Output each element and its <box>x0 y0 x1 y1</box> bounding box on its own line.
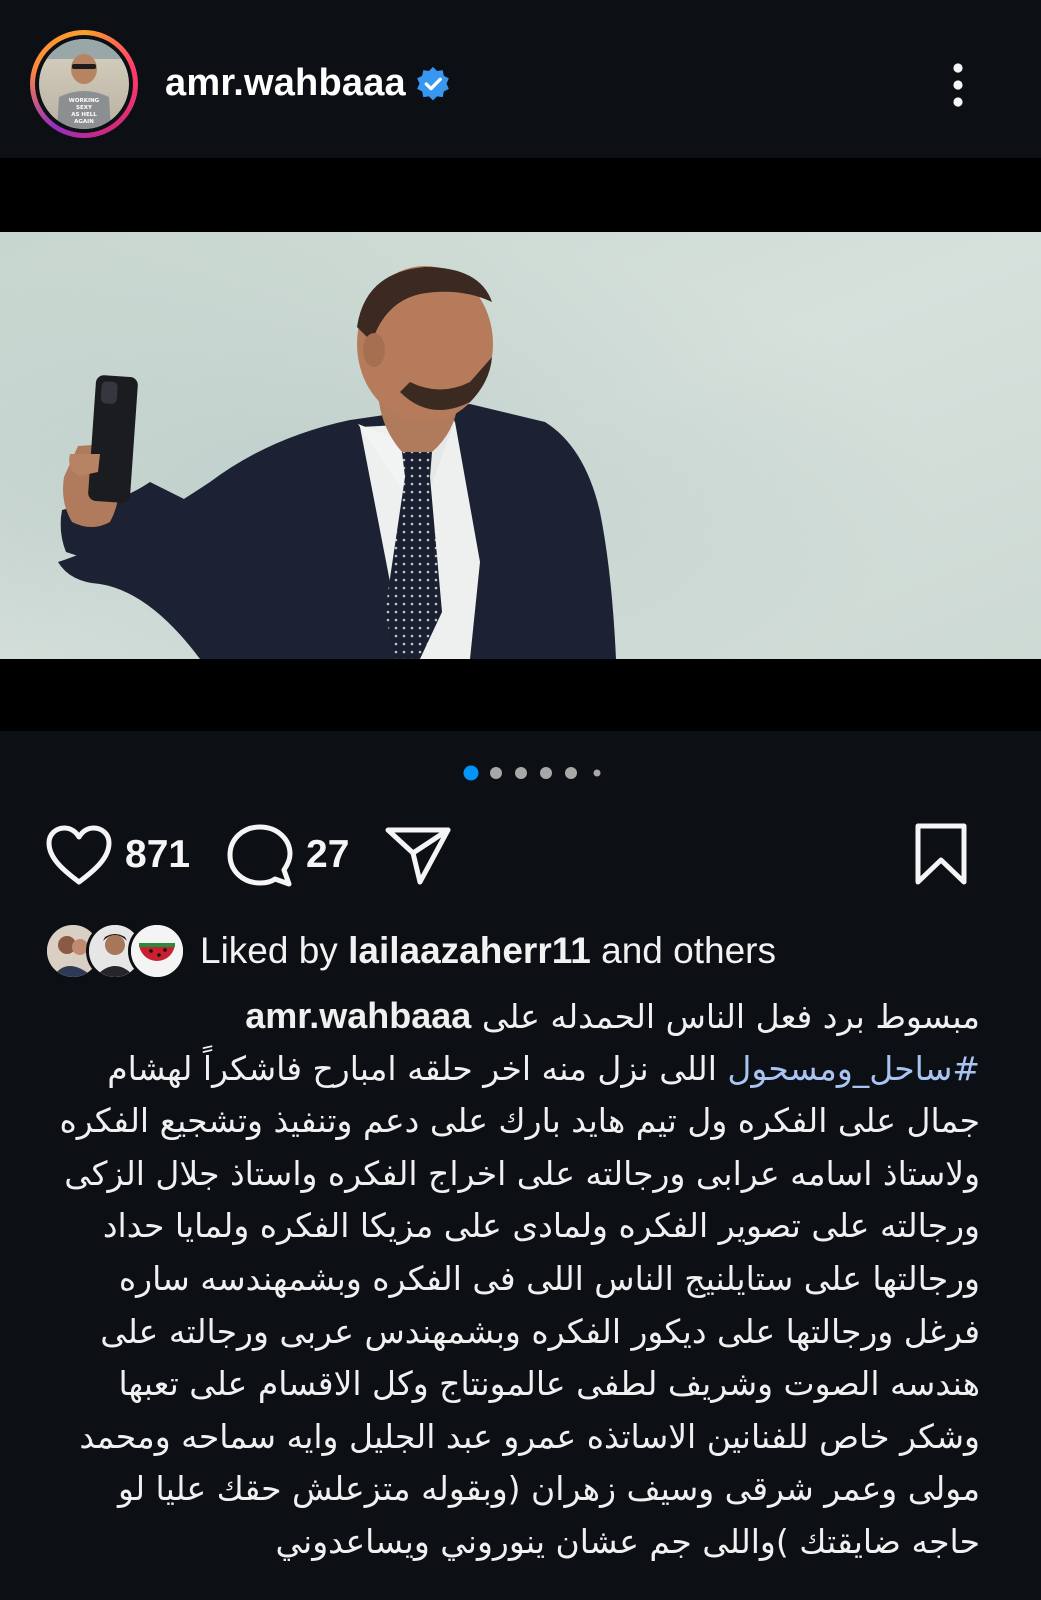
comment-bubble-icon[interactable] <box>226 822 294 890</box>
post-caption: مبسوط برد فعل الناس الحمدله على amr.wahb… <box>40 990 980 1569</box>
avatar-shirt-text: WORKING <box>69 98 100 104</box>
caption-text: فرغل ورجالتها على ديكور الفكره وبشمهندس … <box>100 1311 980 1351</box>
avatar[interactable]: WORKING SEXY AS HELL AGAIN <box>39 39 129 129</box>
post-media[interactable] <box>0 158 1041 731</box>
liked-by-suffix[interactable]: and others <box>591 930 776 971</box>
caption-text: وشكر خاص للفنانين الاساتذه عمرو عبد الجل… <box>79 1416 980 1456</box>
liked-by-text: Liked by lailaazaherr11 and others <box>200 930 776 972</box>
liked-by-avatar[interactable] <box>128 922 186 980</box>
caption-text: مبسوط برد فعل الناس الحمدله على <box>481 997 980 1036</box>
post-photo[interactable] <box>0 232 1041 659</box>
carousel-dot <box>540 767 552 779</box>
liked-by-username[interactable]: lailaazaherr11 <box>348 930 591 971</box>
caption-text: جمال على الفكره ول تيم هايد بارك على دعم… <box>59 1101 980 1141</box>
comment-count[interactable]: 27 <box>306 833 349 877</box>
svg-text:AS HELL: AS HELL <box>71 112 97 118</box>
send-icon[interactable] <box>384 824 452 886</box>
caption-text: مولى وعمر شرقى وسيف زهران (وبقوله متزعلش… <box>117 1469 980 1509</box>
carousel-indicator <box>463 765 601 781</box>
carousel-dot <box>490 767 502 779</box>
avatar-image: WORKING SEXY AS HELL AGAIN <box>39 39 129 129</box>
caption-text: اللى نزل منه اخر حلقه امبارح فاشكراً لهش… <box>107 1048 728 1088</box>
story-ring[interactable]: WORKING SEXY AS HELL AGAIN <box>30 30 138 138</box>
verified-badge-icon <box>417 66 449 101</box>
caption-text: ولاستاذ اسامه عرابى ورجالته على اخراج ال… <box>64 1153 980 1193</box>
heart-icon[interactable] <box>45 824 113 886</box>
carousel-dot <box>565 767 577 779</box>
bookmark-icon[interactable] <box>912 822 970 888</box>
caption-text: ورجالته على تصوير الفكره ولمادى على مزيك… <box>102 1206 980 1246</box>
svg-text:SEXY: SEXY <box>76 105 93 111</box>
post-screen: WORKING SEXY AS HELL AGAIN amr.wahbaaa 8… <box>0 0 1041 1600</box>
like-count[interactable]: 871 <box>125 833 190 877</box>
carousel-dot-active <box>463 765 479 781</box>
liked-by-prefix: Liked by <box>200 930 349 971</box>
more-vertical-icon[interactable] <box>940 60 976 110</box>
carousel-dot <box>593 769 601 777</box>
caption-text: حاجه ضايقتك )واللى جم عشان ينوروني ويساع… <box>275 1521 980 1561</box>
caption-username[interactable]: amr.wahbaaa <box>245 995 471 1036</box>
post-username[interactable]: amr.wahbaaa <box>165 62 406 105</box>
caption-text: ورجالتها على ستايلنيج الناس اللى فى الفك… <box>118 1258 980 1298</box>
svg-text:AGAIN: AGAIN <box>74 119 94 125</box>
post-header: WORKING SEXY AS HELL AGAIN amr.wahbaaa <box>0 0 1041 160</box>
liked-by-row[interactable]: Liked by lailaazaherr11 and others <box>0 922 1041 982</box>
caption-hashtag[interactable]: #ساحل_ومسحول <box>727 1049 980 1088</box>
caption-text: هندسه الصوت وشريف لطفى عالمونتاج وكل الا… <box>118 1364 980 1404</box>
carousel-dot <box>515 767 527 779</box>
post-image <box>0 232 1041 659</box>
post-actions: 871 27 <box>0 818 1041 890</box>
